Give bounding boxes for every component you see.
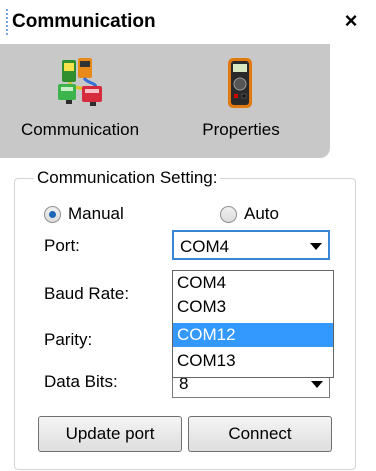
radio-manual-label: Manual	[68, 204, 124, 223]
radio-manual-indicator[interactable]	[44, 206, 61, 223]
data-bits-label: Data Bits:	[44, 372, 118, 391]
radio-auto[interactable]: Auto	[220, 204, 310, 226]
tab-communication-label: Communication	[20, 120, 140, 139]
radio-manual[interactable]: Manual	[44, 204, 164, 226]
port-dropdown-list: COM4 COM3 COM12 COM13	[172, 270, 334, 378]
parity-label: Parity:	[44, 330, 93, 349]
chevron-down-icon[interactable]	[310, 243, 322, 250]
close-icon[interactable]: ×	[340, 8, 362, 34]
panel-title: Communication	[12, 11, 156, 32]
chevron-down-icon[interactable]	[311, 381, 323, 388]
port-option[interactable]: COM4	[173, 271, 333, 295]
port-option[interactable]: COM13	[173, 349, 333, 373]
connect-button[interactable]: Connect	[188, 416, 332, 452]
tab-strip: Communication Properties	[0, 44, 330, 158]
baud-rate-label: Baud Rate:	[44, 284, 130, 303]
port-option-highlighted[interactable]: COM12	[173, 323, 333, 347]
tab-properties[interactable]: Properties	[178, 44, 304, 158]
radio-auto-indicator[interactable]	[220, 206, 237, 223]
update-port-button[interactable]: Update port	[38, 416, 182, 452]
radio-auto-label: Auto	[244, 204, 279, 223]
group-title: Communication Setting:	[34, 168, 221, 188]
port-option[interactable]: COM3	[173, 295, 333, 319]
multimeter-icon	[178, 56, 304, 112]
port-select-value: COM4	[180, 237, 230, 256]
drag-handle[interactable]	[6, 9, 10, 35]
panel-header: Communication ×	[0, 0, 376, 44]
communication-icon	[0, 56, 160, 112]
port-select[interactable]: COM4	[172, 230, 330, 260]
port-label: Port:	[44, 236, 80, 255]
tab-communication[interactable]: Communication	[0, 44, 160, 158]
tab-properties-label: Properties	[202, 120, 280, 139]
